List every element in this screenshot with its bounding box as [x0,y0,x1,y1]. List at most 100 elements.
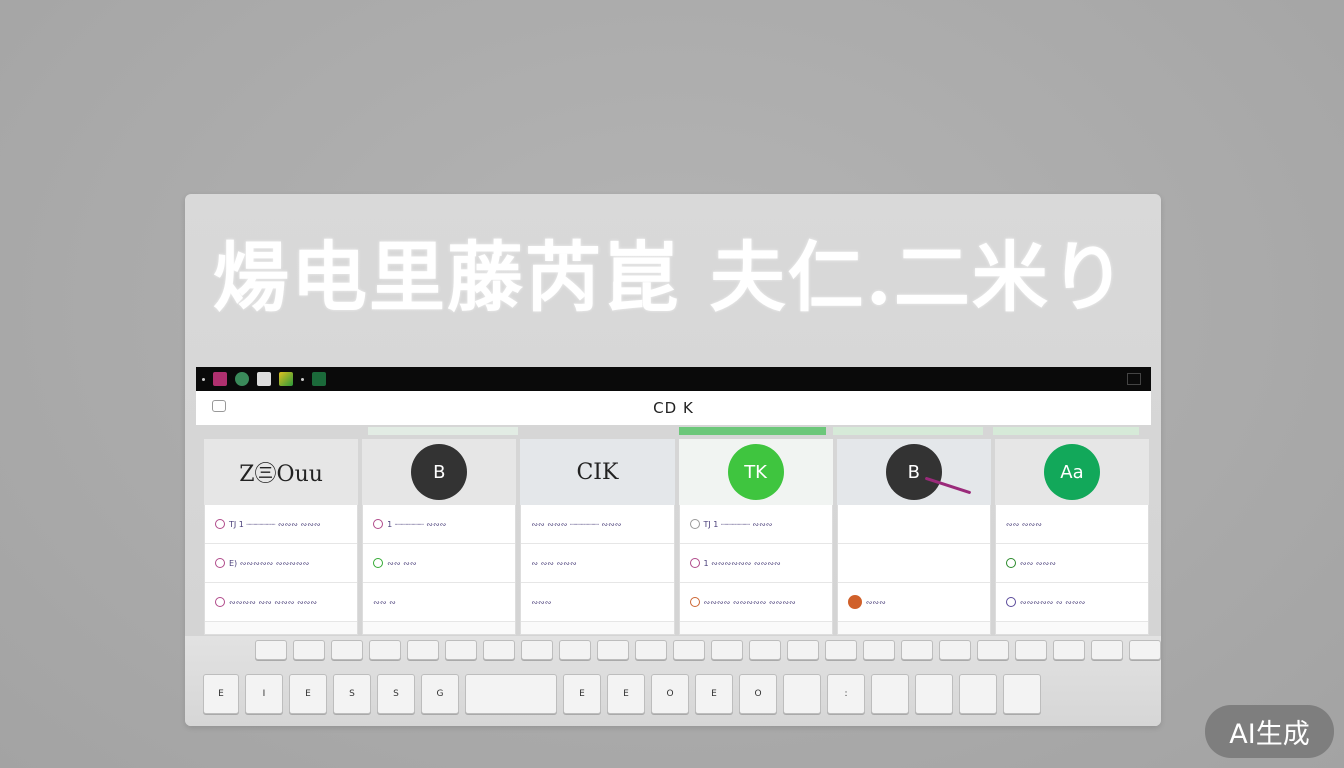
strip-segment [993,427,1139,435]
card-header[interactable]: Aa [994,439,1150,505]
list-item[interactable]: ∾∾∾ [837,583,990,622]
address-text: CD K [653,399,694,417]
list-item-label: ∾∾ ∾∾∾ [1005,519,1042,529]
keyboard-key[interactable]: O [739,674,777,714]
chrome-icon[interactable] [235,372,249,386]
keyboard-key[interactable]: : [827,674,865,714]
keyboard-key[interactable] [783,674,821,714]
list-item[interactable]: ∾∾ ∾∾∾ [995,505,1149,544]
window-icon[interactable] [1127,373,1141,385]
list-item[interactable]: E) ∾∾∾∾∾ ∾∾∾∾∾ [205,544,358,583]
card-header-label: CIK [576,459,619,485]
keyboard-key[interactable]: E [289,674,327,714]
keyboard-key[interactable]: E [607,674,645,714]
card-header[interactable]: TK [678,439,833,505]
list-item[interactable] [837,544,990,583]
keyboard-key[interactable] [1003,674,1041,714]
bullet-icon [1005,597,1016,607]
list-item[interactable]: 1 ∾∾∾∾∾∾ ∾∾∾∾ [679,544,832,583]
keyboard-key[interactable] [1053,640,1085,660]
files-icon[interactable] [257,372,271,386]
keyboard-key[interactable] [465,674,557,714]
keyboard-row [255,640,1161,660]
tab-icon[interactable] [212,400,226,412]
list-item[interactable]: ∾∾ ∾∾∾ [995,544,1149,583]
bullet-icon [215,519,225,529]
keyboard-key[interactable] [369,640,401,660]
keyboard-key[interactable]: S [377,674,415,714]
app-circle-icon[interactable]: TK [727,444,784,500]
app-circle-icon[interactable]: B [411,444,468,500]
keyboard-key[interactable]: E [563,674,601,714]
taskbar [196,367,1151,391]
list-item-label: ∾∾ ∾∾∾ [1019,558,1056,568]
card-header[interactable]: B [362,439,517,505]
keyboard-key[interactable] [1091,640,1123,660]
card-grid: Ζ㊂Ouu TJ 1 ┈┈┈┈┈┈ ∾∾∾ ∾∾∾ E) ∾∾∾∾∾ ∾∾∾∾∾… [204,439,1150,635]
address-bar[interactable]: CD K [196,391,1151,425]
keyboard-key[interactable]: E [695,674,733,714]
keyboard-key[interactable] [635,640,667,660]
keyboard-key[interactable] [977,640,1009,660]
list-item-label: ∾∾∾∾ ∾∾ ∾∾∾ ∾∾∾ [229,597,318,607]
keyboard-key[interactable] [483,640,515,660]
keyboard-key[interactable] [331,640,363,660]
card-column: TK TJ 1 ┈┈┈┈┈┈ ∾∾∾ 1 ∾∾∾∾∾∾ ∾∾∾∾ ∾∾∾∾ ∾∾… [678,439,833,635]
keyboard-key[interactable] [521,640,553,660]
keyboard-key[interactable] [959,674,997,714]
keyboard-key[interactable] [293,640,325,660]
list-item[interactable]: ∾∾∾∾∾ ∾ ∾∾∾ [995,583,1149,622]
list-item[interactable]: 1 ┈┈┈┈┈┈ ∾∾∾ [363,505,516,544]
keyboard-key[interactable] [559,640,591,660]
keyboard-key[interactable] [939,640,971,660]
list-item[interactable]: ∾∾ ∾∾ [363,544,516,583]
card-header[interactable]: Ζ㊂Ouu [204,439,359,505]
keyboard-key[interactable] [711,640,743,660]
keyboard-key[interactable] [749,640,781,660]
keyboard-key[interactable] [407,640,439,660]
keyboard-key[interactable] [1015,640,1047,660]
strip-segment-active [679,427,826,435]
list-item[interactable]: ∾∾ ∾∾∾ ┈┈┈┈┈┈ ∾∾∾ [521,505,674,544]
keyboard-key[interactable]: S [333,674,371,714]
keyboard-key[interactable] [445,640,477,660]
card-column: Aa ∾∾ ∾∾∾ ∾∾ ∾∾∾ ∾∾∾∾∾ ∾ ∾∾∾ [994,439,1150,635]
keyboard-key[interactable] [901,640,933,660]
keyboard-key[interactable] [915,674,953,714]
card-header[interactable]: B [836,439,991,505]
keyboard-key[interactable] [787,640,819,660]
list-item-label: ∾∾ ∾ [373,597,396,607]
app-circle-icon[interactable]: B [885,444,972,500]
app-icon[interactable] [213,372,227,386]
keyboard-key[interactable] [871,674,909,714]
list-item-label: ∾∾ ∾∾ [387,558,417,568]
keyboard-key[interactable]: E [203,674,239,714]
keyboard-key[interactable] [825,640,857,660]
keyboard-key[interactable] [673,640,705,660]
list-item[interactable]: ∾∾∾∾ ∾∾∾∾∾ ∾∾∾∾ [679,583,832,622]
list-item[interactable] [837,505,990,544]
list-item[interactable]: TJ 1 ┈┈┈┈┈┈ ∾∾∾ ∾∾∾ [205,505,358,544]
keyboard-key[interactable]: G [421,674,459,714]
keyboard-key[interactable] [863,640,895,660]
list-item[interactable]: ∾ ∾∾ ∾∾∾ [521,544,674,583]
keyboard-key[interactable] [1129,640,1161,660]
app-circle-icon[interactable]: Aa [1043,444,1100,500]
keyboard-key[interactable] [255,640,287,660]
keyboard-key[interactable] [597,640,629,660]
card-header[interactable]: CIK [520,439,675,505]
keyboard-key[interactable]: O [651,674,689,714]
store-icon[interactable] [279,372,293,386]
card-column: B ∾∾∾ [836,439,991,635]
bullet-icon [689,558,700,568]
terminal-icon[interactable] [312,372,326,386]
list-item[interactable]: ∾∾∾ [521,583,674,622]
list-item[interactable]: TJ 1 ┈┈┈┈┈┈ ∾∾∾ [679,505,832,544]
list-item-label: TJ 1 ┈┈┈┈┈┈ ∾∾∾ ∾∾∾ [229,519,321,529]
list-item[interactable]: ∾∾∾∾ ∾∾ ∾∾∾ ∾∾∾ [205,583,358,622]
card-header-label: Ζ㊂Ouu [239,462,323,487]
list-item-label: ∾∾ ∾∾∾ ┈┈┈┈┈┈ ∾∾∾ [531,519,622,529]
keyboard-key[interactable]: I [245,674,283,714]
list-item[interactable]: ∾∾ ∾ [363,583,516,622]
keyboard-row: EIESSGEEOEO: [203,674,1041,714]
